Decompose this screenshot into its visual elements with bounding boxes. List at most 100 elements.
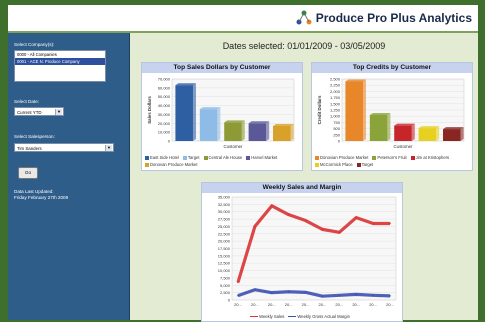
weekly-point — [254, 288, 256, 291]
credits-bar-side — [460, 127, 464, 141]
weekly-point — [355, 293, 358, 296]
weekly-y-tick-label: 0 — [228, 298, 231, 303]
weekly-point — [389, 222, 391, 225]
weekly-x-tick-label: 20... — [335, 302, 343, 307]
weekly-y-tick-label: 15,000 — [218, 253, 231, 258]
sales-bar — [248, 123, 267, 141]
legend-label: East Side Hotel — [150, 155, 179, 160]
credits-bar — [345, 81, 363, 141]
legend-swatch — [182, 155, 187, 160]
sales-y-tick-label: 20,000 — [158, 121, 171, 126]
salesperson-label: Select Salesperson: — [14, 134, 55, 139]
date-label: Select Date: — [14, 99, 40, 104]
weekly-y-tick-label: 17,500 — [218, 246, 231, 251]
sales-bar-side — [217, 107, 221, 141]
credits-bar-side — [387, 112, 391, 141]
company-option[interactable]: 0000 - All Companies — [15, 51, 105, 58]
weekly-point — [304, 219, 307, 222]
credits-chart-legend: Donovian Produce Market Peterson's Fruit J… — [315, 154, 470, 168]
weekly-chart-legend: Weekly Sales Weekly Gross Actual Margin — [202, 313, 402, 320]
legend-label: Weekly Gross Actual Margin — [297, 314, 350, 319]
weekly-point — [355, 216, 358, 219]
weekly-y-tick-label: 27,500 — [218, 217, 231, 222]
weekly-y-tick-label: 5,000 — [220, 283, 231, 288]
legend-swatch — [246, 155, 251, 160]
weekly-point — [321, 295, 324, 297]
credits-bar — [443, 129, 461, 141]
app-frame: Produce Pro Plus Analytics Select Compan… — [8, 5, 478, 322]
sales-legend-item: Harvel Market — [246, 154, 277, 161]
sales-bar-top — [248, 121, 270, 124]
sales-bar-side — [241, 120, 245, 141]
credits-legend-item: Peterson's Fruit — [372, 154, 407, 161]
salesperson-select-value: Tim Sanders — [17, 146, 42, 151]
credits-y-tick-label: 1,000 — [330, 114, 341, 119]
credits-y-tick-label: 2,500 — [330, 77, 341, 82]
credits-legend-item: Jim at Kristophers — [410, 154, 450, 161]
weekly-y-tick-label: 35,000 — [218, 195, 231, 200]
credits-y-tick-label: 2,250 — [330, 83, 341, 88]
legend-swatch — [250, 316, 259, 318]
weekly-y-tick-label: 2,500 — [220, 290, 231, 295]
credits-legend-item: McCormick Place — [315, 161, 353, 168]
legend-label: Donovan Produce Market — [150, 162, 198, 167]
credits-bar-side — [436, 126, 440, 141]
sales-legend-item: East Side Hotel — [145, 154, 179, 161]
sales-y-axis-label: Sales Dollars — [147, 96, 152, 124]
legend-label: Target — [361, 162, 374, 167]
date-select[interactable]: Current YTD ▼ — [14, 107, 64, 116]
weekly-point — [287, 290, 290, 293]
salesperson-select[interactable]: Tim Sanders ▼ — [14, 143, 114, 152]
sales-y-tick-label: 10,000 — [158, 130, 171, 135]
header-bar: Produce Pro Plus Analytics — [8, 5, 478, 33]
credits-y-tick-label: 1,250 — [330, 108, 341, 113]
sales-chart-legend: East Side Hotel Target Central Ale House Ha… — [145, 154, 300, 168]
sales-legend-item: Central Ale House — [203, 154, 243, 161]
weekly-point — [338, 231, 341, 234]
weekly-x-tick-label: 20... — [251, 302, 259, 307]
credits-y-tick-label: 500 — [333, 126, 340, 131]
weekly-legend-item: Weekly Gross Actual Margin — [288, 313, 350, 320]
company-label: Select Company(s): — [14, 42, 55, 47]
company-listbox[interactable]: 0000 - All Companies 0001 - ACE N. Produ… — [14, 50, 106, 82]
weekly-point — [287, 213, 290, 216]
weekly-x-tick-label: 20... — [386, 302, 394, 307]
credits-x-axis-label: Customer — [393, 144, 413, 149]
weekly-y-tick-label: 10,000 — [218, 268, 231, 273]
sales-y-tick-label: 70,000 — [158, 77, 171, 82]
credits-y-tick-label: 0 — [338, 139, 341, 144]
weekly-x-tick-label: 20... — [285, 302, 293, 307]
weekly-x-tick-label: 20... — [302, 302, 310, 307]
go-button[interactable]: Go — [18, 167, 38, 179]
company-option-selected[interactable]: 0001 - ACE N. Produce Company — [15, 58, 105, 65]
credits-y-tick-label: 250 — [333, 132, 340, 137]
legend-swatch — [315, 155, 319, 160]
credits-bar-top — [418, 126, 440, 129]
legend-label: Weekly Sales — [259, 314, 285, 319]
legend-swatch — [145, 162, 149, 167]
legend-swatch — [288, 316, 297, 318]
credits-bar-top — [394, 123, 415, 126]
credits-bar-side — [411, 123, 415, 141]
legend-label: Jim at Kristophers — [415, 155, 450, 160]
weekly-legend-item: Weekly Sales — [250, 313, 284, 320]
sales-bar — [175, 85, 193, 141]
sales-legend-item: Donovan Produce Market — [145, 161, 197, 168]
credits-bar-side — [362, 79, 366, 141]
legend-label: Target — [187, 155, 200, 160]
weekly-x-tick-label: 20... — [352, 302, 360, 307]
credits-bar-top — [369, 112, 391, 115]
legend-swatch — [356, 162, 361, 167]
weekly-x-tick-label: 20... — [319, 302, 327, 307]
sales-chart-panel: Top Sales Dollars by Customer 0 10,000 20,… — [141, 62, 303, 171]
legend-label: Peterson's Fruit — [377, 155, 407, 160]
sales-y-tick-label: 60,000 — [158, 85, 171, 90]
legend-label: Central Ale House — [208, 155, 243, 160]
sales-y-tick-label: 30,000 — [158, 112, 171, 117]
sales-y-tick-label: 40,000 — [158, 103, 171, 108]
sales-bar-top — [224, 120, 245, 123]
legend-swatch — [410, 155, 415, 160]
credits-bar — [369, 114, 388, 141]
sales-bar — [273, 125, 291, 141]
logo-icon — [296, 10, 312, 25]
